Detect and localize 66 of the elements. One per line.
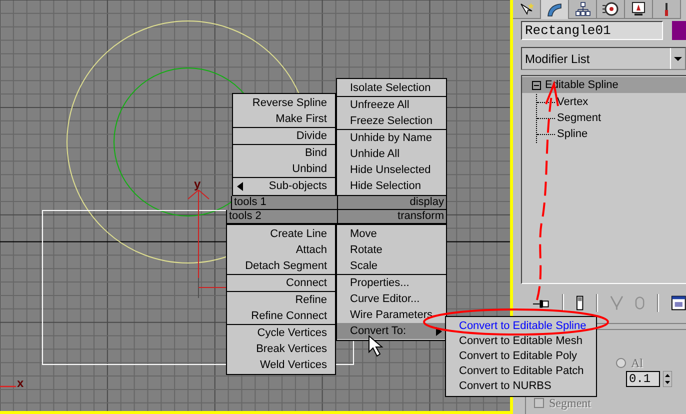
panel-tab[interactable]: [653, 0, 681, 19]
hierarchy-icon: [574, 2, 590, 16]
panel-tab[interactable]: [569, 0, 597, 19]
spinner-field[interactable]: 0.1: [626, 371, 660, 387]
quad-title: tools 1: [233, 196, 268, 209]
menu-item[interactable]: Connect: [227, 275, 335, 291]
menu-item[interactable]: Freeze Selection: [337, 113, 446, 129]
menu-item[interactable]: Convert To:: [337, 323, 446, 339]
mouse-icon: [635, 295, 645, 311]
stack-item[interactable]: Segment: [555, 112, 604, 124]
panel-tab[interactable]: [513, 0, 541, 19]
menu-item[interactable]: Scale: [337, 258, 446, 274]
axis-line: [0, 386, 16, 388]
panel-tab[interactable]: [625, 0, 653, 19]
menu-item[interactable]: Move: [337, 226, 446, 242]
menu-item[interactable]: Bind: [233, 145, 335, 161]
menu-item[interactable]: Refine Connect: [227, 308, 335, 324]
quad-title: transform: [337, 210, 446, 223]
monitor-icon: [632, 2, 645, 16]
menu-item[interactable]: Unfreeze All: [337, 97, 446, 113]
menu-item[interactable]: Wire Parameters: [337, 307, 446, 323]
collapse-icon[interactable]: [532, 80, 541, 90]
menu-item[interactable]: Convert to Editable Poly: [446, 349, 596, 364]
configure-icon[interactable]: [670, 295, 686, 311]
menu-item[interactable]: Convert to Editable Mesh: [446, 334, 596, 349]
menu-item[interactable]: Break Vertices: [227, 341, 335, 357]
axis-label: y: [194, 177, 201, 191]
spinner-arrows-icon[interactable]: [663, 371, 672, 387]
menu-item[interactable]: Divide: [233, 128, 335, 144]
menu-item[interactable]: Reverse Spline: [233, 95, 335, 111]
quad-title: display: [337, 196, 446, 209]
menu-item[interactable]: Cycle Vertices: [227, 325, 335, 341]
menu-item[interactable]: Attach: [227, 242, 335, 258]
object-name-field[interactable]: Rectangle01: [521, 21, 663, 40]
menu-item[interactable]: Weld Vertices: [227, 357, 335, 373]
radio-label: Al: [631, 357, 643, 369]
stack-item[interactable]: Spline: [555, 128, 590, 140]
bent-cylinder-icon: [547, 2, 562, 16]
panel-tab[interactable]: [597, 0, 625, 19]
menu-item[interactable]: Unbind: [233, 161, 335, 177]
menu-item[interactable]: Refine: [227, 292, 335, 308]
object-color-swatch[interactable]: [672, 21, 686, 40]
checkbox-label: Segment: [549, 397, 591, 409]
menu-item[interactable]: Convert to Editable Patch: [446, 364, 596, 379]
pointer-star-icon: [518, 2, 536, 16]
menu-item[interactable]: Curve Editor...: [337, 291, 446, 307]
menu-item[interactable]: Create Line: [227, 226, 335, 242]
menu-item[interactable]: Detach Segment: [227, 258, 335, 274]
menu-item[interactable]: Hide Selection: [337, 178, 446, 194]
wheel-icon: [602, 2, 619, 16]
bar-icon[interactable]: [576, 295, 584, 311]
menu-item[interactable]: Rotate: [337, 242, 446, 258]
menu-item[interactable]: Make First: [233, 111, 335, 127]
menu-item[interactable]: Convert to Editable Spline: [446, 319, 596, 334]
menu-item[interactable]: Unhide All: [337, 146, 446, 162]
menu-item[interactable]: Hide Unselected: [337, 162, 446, 178]
menu-item[interactable]: Sub-objects: [233, 178, 335, 194]
menu-item[interactable]: Unhide by Name: [337, 130, 446, 146]
menu-item[interactable]: Isolate Selection: [337, 80, 446, 96]
fork-icon: [610, 295, 624, 311]
panel-tab[interactable]: [541, 0, 569, 19]
axis-label: x: [17, 376, 24, 390]
menu-item[interactable]: Properties...: [337, 275, 446, 291]
menu-item[interactable]: Convert to NURBS: [446, 379, 596, 394]
modifier-list-dropdown[interactable]: Modifier List: [521, 47, 686, 70]
quad-title: tools 2: [228, 210, 262, 223]
